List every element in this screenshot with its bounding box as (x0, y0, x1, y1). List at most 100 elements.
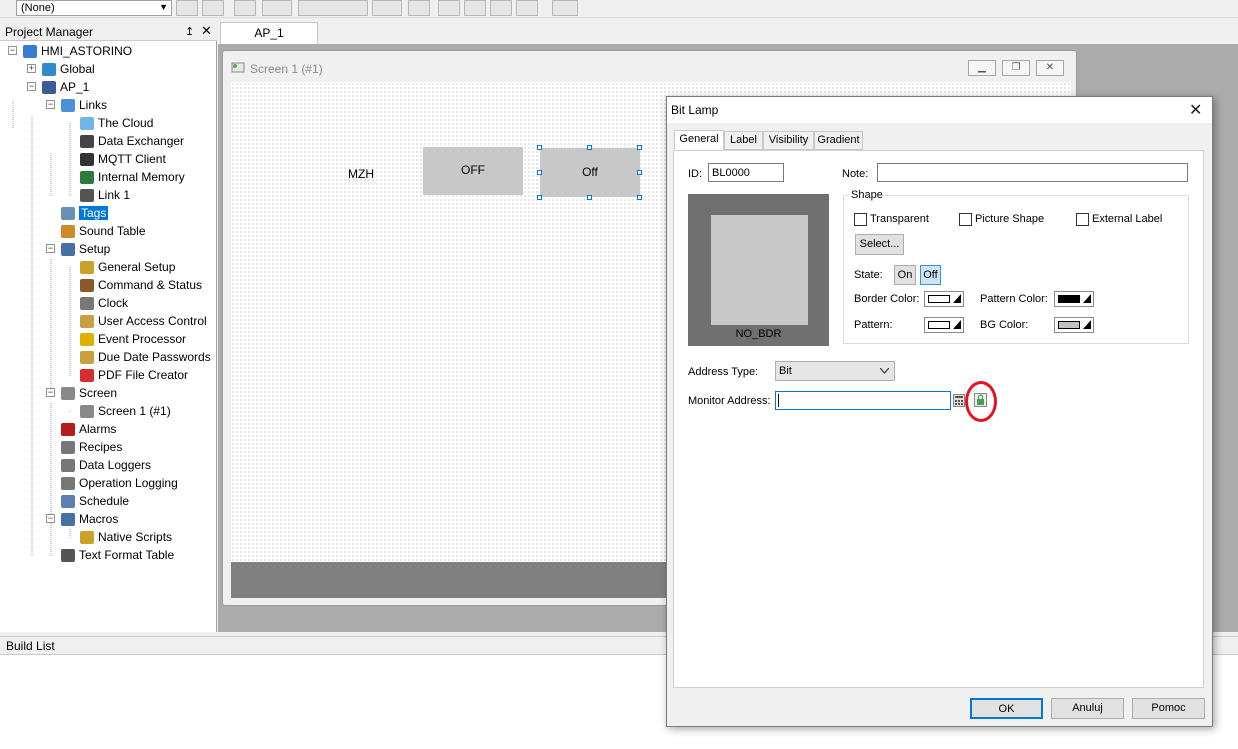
toolbar-button-1[interactable] (176, 0, 198, 16)
tree-item-ap1[interactable]: − AP_1 (27, 78, 89, 96)
tree-item-pdf-file-creator[interactable]: PDF File Creator (80, 366, 188, 384)
tree-item-global[interactable]: + Global (27, 60, 95, 78)
tree-item-clock[interactable]: Clock (80, 294, 128, 312)
pin-icon[interactable]: ↥ (185, 25, 194, 38)
tree-item-screen[interactable]: − Screen (46, 384, 117, 402)
tab-visibility[interactable]: Visibility (763, 131, 814, 150)
tree-item-sound-table[interactable]: Sound Table (61, 222, 146, 240)
border-color-picker[interactable] (924, 291, 964, 307)
close-icon[interactable]: ✕ (201, 23, 212, 39)
select-shape-button[interactable]: Select... (855, 234, 904, 255)
address-type-select[interactable]: Bit (775, 361, 895, 381)
picture-shape-checkbox[interactable] (959, 213, 972, 226)
toolbar-dropdown[interactable] (298, 0, 368, 16)
toolbar-button-2[interactable] (202, 0, 224, 16)
resize-handle[interactable] (637, 170, 642, 175)
resize-handle[interactable] (537, 170, 542, 175)
tab-label[interactable]: Label (724, 131, 763, 150)
transparent-label: Transparent (870, 213, 929, 225)
tree-item-data-loggers[interactable]: Data Loggers (61, 456, 151, 474)
resize-handle[interactable] (637, 145, 642, 150)
tree-item-the-cloud[interactable]: The Cloud (80, 114, 153, 132)
tree-item-native-scripts[interactable]: Native Scripts (80, 528, 172, 546)
collapse-toggle-icon[interactable]: − (46, 244, 55, 253)
bit-lamp-selected[interactable]: Off (540, 148, 640, 197)
pattern-picker[interactable] (924, 317, 964, 333)
screen-folder-icon (61, 387, 75, 401)
screen-icon (80, 405, 94, 419)
monitor-address-input[interactable] (775, 391, 951, 410)
toolbar-button-6[interactable] (408, 0, 430, 16)
tree-item-mqtt-client[interactable]: MQTT Client (80, 150, 166, 168)
collapse-toggle-icon[interactable]: − (46, 388, 55, 397)
toolbar-button-8[interactable] (464, 0, 486, 16)
collapse-toggle-icon[interactable]: − (46, 100, 55, 109)
pattern-color-label: Pattern Color: (980, 293, 1048, 305)
collapse-toggle-icon[interactable]: − (8, 46, 17, 55)
state-on-button[interactable]: On (894, 265, 916, 285)
restore-button[interactable]: ❐ (1002, 60, 1030, 76)
tab-ap1[interactable]: AP_1 (220, 22, 318, 44)
toolbar-button-7[interactable] (438, 0, 460, 16)
tree-item-recipes[interactable]: Recipes (61, 438, 122, 456)
tree-item-due-date-passwords[interactable]: Due Date Passwords (80, 348, 211, 366)
close-window-button[interactable]: ✕ (1036, 60, 1064, 76)
close-icon[interactable]: ✕ (1189, 100, 1202, 120)
tree-item-operation-logging[interactable]: Operation Logging (61, 474, 178, 492)
resize-handle[interactable] (587, 145, 592, 150)
collapse-toggle-icon[interactable]: − (27, 82, 36, 91)
address-keypad-icon[interactable] (953, 394, 965, 407)
schedule-icon (61, 495, 75, 509)
resize-handle[interactable] (537, 145, 542, 150)
ok-button[interactable]: OK (970, 698, 1043, 719)
tab-gradient[interactable]: Gradient (814, 131, 863, 150)
tree-item-event-processor[interactable]: Event Processor (80, 330, 186, 348)
tree-item-data-exchanger[interactable]: Data Exchanger (80, 132, 184, 150)
toolbar-button-5[interactable] (372, 0, 402, 16)
expand-toggle-icon[interactable]: + (27, 64, 36, 73)
tab-general[interactable]: General (674, 130, 724, 150)
cancel-button[interactable]: Anuluj (1051, 698, 1124, 719)
tree-item-user-access-control[interactable]: User Access Control (80, 312, 207, 330)
dropdown-arrow-icon (1083, 320, 1091, 329)
transparent-checkbox[interactable] (854, 213, 867, 226)
resize-handle[interactable] (587, 195, 592, 200)
tree-item-link-1[interactable]: Link 1 (80, 186, 130, 204)
address-type-label: Address Type: (688, 366, 759, 378)
external-label-checkbox[interactable] (1076, 213, 1089, 226)
bg-color-picker[interactable] (1054, 317, 1094, 333)
toolbar-button-9[interactable] (490, 0, 512, 16)
resize-handle[interactable] (637, 195, 642, 200)
tree-item-text-format-table[interactable]: Text Format Table (61, 546, 174, 564)
tree-item-setup[interactable]: − Setup (46, 240, 110, 258)
monitor-icon (42, 81, 56, 95)
tree-item-links[interactable]: − Links (46, 96, 107, 114)
pattern-color-picker[interactable] (1054, 291, 1094, 307)
toolbar-button-11[interactable] (552, 0, 578, 16)
operation-logging-icon (61, 477, 75, 491)
note-field[interactable] (877, 163, 1188, 182)
tree-item-tags[interactable]: Tags (61, 204, 109, 222)
toolbar-button-4[interactable] (262, 0, 292, 16)
bit-lamp-off[interactable]: OFF (423, 147, 523, 195)
tags-icon (61, 207, 75, 221)
tree-item-project[interactable]: − HMI_ASTORINO (8, 42, 132, 60)
id-field[interactable]: BL0000 (708, 163, 784, 182)
tree-item-macros[interactable]: − Macros (46, 510, 118, 528)
tree-item-internal-memory[interactable]: Internal Memory (80, 168, 185, 186)
toolbar-button-10[interactable] (516, 0, 538, 16)
toolbar-button-3[interactable] (234, 0, 256, 16)
tree-item-alarms[interactable]: Alarms (61, 420, 116, 438)
help-button[interactable]: Pomoc (1132, 698, 1205, 719)
minimize-button[interactable]: ▁ (968, 60, 996, 76)
tree-item-general-setup[interactable]: General Setup (80, 258, 175, 276)
dropdown-arrow-icon (953, 320, 961, 329)
tree-item-command-status[interactable]: Command & Status (80, 276, 202, 294)
collapse-toggle-icon[interactable]: − (46, 514, 55, 523)
resize-handle[interactable] (537, 195, 542, 200)
tree-item-screen-1[interactable]: Screen 1 (#1) (80, 402, 171, 420)
tree-item-schedule[interactable]: Schedule (61, 492, 129, 510)
style-select[interactable]: (None) ▼ (16, 0, 172, 16)
state-off-button[interactable]: Off (920, 265, 941, 285)
canvas-text-label[interactable]: MZH (348, 167, 374, 181)
